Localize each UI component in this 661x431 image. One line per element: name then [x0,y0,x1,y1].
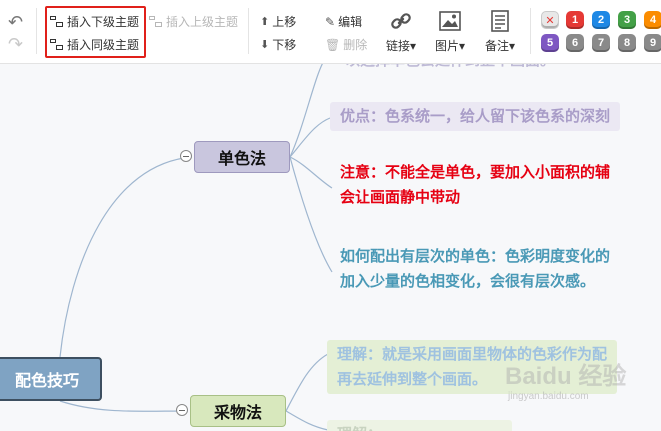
note-button[interactable]: 备注▾ [480,8,520,54]
leaf-line: 加入少量的色相变化，会很有层次感。 [340,273,596,290]
watermark-url: jingyan.baidu.com [508,391,589,402]
move-up-label: 上移 [272,15,297,29]
toolbar-divider [36,8,37,54]
link-icon [390,8,412,34]
image-button[interactable]: 图片▾ [430,8,470,54]
toolbar-divider [530,8,531,54]
priority-2-icon[interactable]: 2 [592,11,610,29]
collapse-toggle[interactable] [176,404,188,416]
image-dropdown-icon: ▾ [458,39,466,53]
link-button[interactable]: 链接▾ [381,8,421,54]
leaf-topic-note[interactable]: 注意：不能全是单色，要加入小面积的辅 会让画面静中带动 [340,160,610,210]
root-topic[interactable]: 配色技巧 [0,357,102,401]
priority-9-icon[interactable]: 9 [644,34,661,52]
priority-clear-icon[interactable]: ✕ [541,11,559,29]
priority-8-icon[interactable]: 8 [618,34,636,52]
watermark-logo: Baidu 经验 [505,363,627,390]
toolbar-divider [248,8,249,54]
topic-single-color[interactable]: 单色法 [194,141,290,173]
leaf-topic[interactable]: 以选择单色去延伸到整个画面。 [345,64,555,73]
link-label: 链接 [385,39,410,53]
link-dropdown-icon: ▾ [409,39,417,53]
leaf-topic-howto[interactable]: 如何配出有层次的单色：色彩明度变化的 加入少量的色相变化，会很有层次感。 [340,244,610,294]
edit-label: 编辑 [338,15,363,29]
edit-icon: ✎ [325,14,336,29]
move-up-button[interactable]: ⬆ 上移 [260,13,296,30]
undo-icon[interactable]: ↶ [8,12,23,33]
move-down-button[interactable]: ⬇ 下移 [260,36,296,53]
image-label: 图片 [434,39,459,53]
arrow-up-icon: ⬆ [260,16,270,28]
move-down-label: 下移 [272,38,297,52]
mindmap-canvas[interactable]: 配色技巧 单色法 采物法 以选择单色去延伸到整个画面。 优点：色系统一，给人留下… [0,64,661,431]
delete-button[interactable]: 🗑 删除 [325,36,367,53]
leaf-topic-advantage[interactable]: 优点：色系统一，给人留下该色系的深刻 [330,102,621,131]
highlight-box [45,6,146,58]
insert-parent-label: 插入上级主题 [166,15,239,29]
arrow-down-icon: ⬇ [260,39,270,51]
topic-object-color[interactable]: 采物法 [190,395,286,427]
priority-4-icon[interactable]: 4 [644,11,661,29]
leaf-line: 注意：不能全是单色，要加入小面积的辅 [340,164,611,181]
edit-button[interactable]: ✎ 编辑 [325,13,362,30]
trash-icon: 🗑 [325,37,341,52]
note-icon [491,8,509,34]
toolbar: ↶ ↷ 插入下级主题 插入上级主题 插入同级主题 ⬆ 上移 ⬇ 下移 ✎ 编辑 … [0,0,661,64]
note-dropdown-icon: ▾ [508,39,516,53]
priority-6-icon[interactable]: 6 [566,34,584,52]
redo-icon[interactable]: ↷ [8,34,23,55]
priority-3-icon[interactable]: 3 [618,11,636,29]
note-label: 备注 [484,39,509,53]
priority-1-icon[interactable]: 1 [566,11,584,29]
delete-label: 删除 [343,38,368,52]
priority-5-icon[interactable]: 5 [541,34,559,52]
insert-parent-icon [149,15,163,28]
leaf-line: 会让画面静中带动 [340,189,461,206]
collapse-toggle[interactable] [180,150,192,162]
priority-7-icon[interactable]: 7 [592,34,610,52]
image-icon [439,8,461,34]
insert-parent-topic-button[interactable]: 插入上级主题 [149,13,238,30]
leaf-line: 如何配出有层次的单色：色彩明度变化的 [340,248,611,265]
leaf-topic[interactable]: 理解：…………………… [327,420,513,431]
